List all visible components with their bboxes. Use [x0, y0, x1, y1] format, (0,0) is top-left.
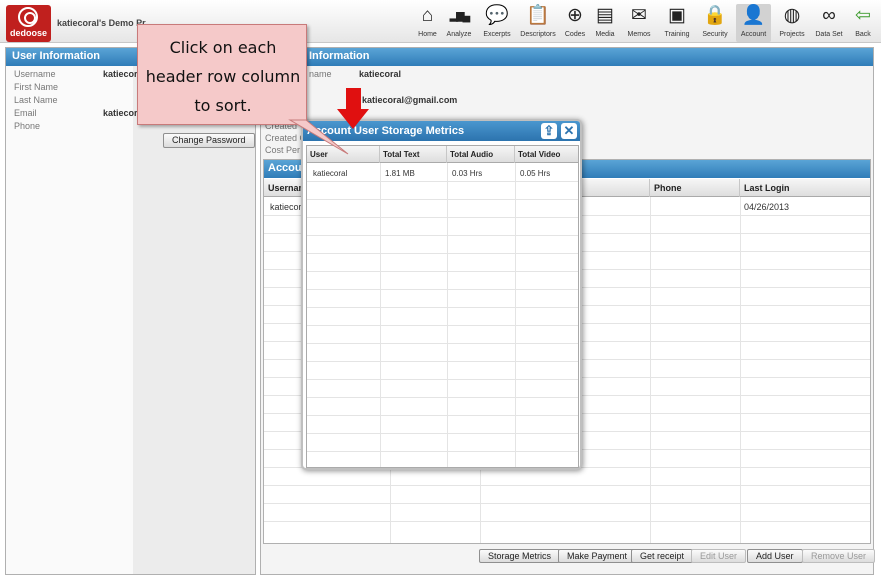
- nav-home[interactable]: ⌂ Home: [414, 4, 441, 42]
- table-row-total-text[interactable]: 1.81 MB: [385, 169, 415, 178]
- username-row: Username katiecoral: [14, 69, 146, 79]
- grid-line: [307, 451, 578, 452]
- nav-training[interactable]: ▣ Training: [660, 4, 694, 42]
- back-arrow-icon: ⇦: [855, 5, 871, 26]
- grid-line: [307, 361, 578, 362]
- column-header-total-text[interactable]: Total Text: [380, 146, 447, 163]
- home-icon: ⌂: [421, 5, 434, 26]
- remove-user-button[interactable]: Remove User: [802, 549, 876, 563]
- scroll-icon: ✉: [631, 5, 647, 26]
- red-arrow-head-icon: [337, 109, 369, 129]
- column-header-total-video[interactable]: Total Video: [515, 146, 578, 163]
- binoculars-icon: ∞: [822, 5, 836, 26]
- change-password-button[interactable]: Change Password: [163, 133, 255, 148]
- grid-line: [307, 253, 578, 254]
- grid-line: [307, 343, 578, 344]
- nav-data-set[interactable]: ∞ Data Set: [813, 4, 845, 42]
- grid-line: [307, 271, 578, 272]
- logo-text: dedoose: [9, 28, 47, 38]
- grid-line: [307, 397, 578, 398]
- red-arrow-icon: [346, 88, 361, 110]
- grid-line: [307, 181, 578, 182]
- grid-line: [307, 415, 578, 416]
- table-row-last-login[interactable]: 04/26/2013: [744, 202, 789, 212]
- nav-analyze[interactable]: ▂▆▄ Analyze: [444, 4, 474, 42]
- dedoose-logo[interactable]: dedoose: [6, 5, 51, 42]
- close-icon[interactable]: ✕: [561, 123, 577, 139]
- lock-icon: 🔒: [703, 5, 727, 26]
- edit-user-button[interactable]: Edit User: [691, 549, 747, 563]
- nav-media[interactable]: ▤ Media: [590, 4, 620, 42]
- grid-line: [264, 503, 870, 504]
- table-row-total-video[interactable]: 0.05 Hrs: [520, 169, 550, 178]
- grid-line: [650, 197, 651, 543]
- column-header-total-audio[interactable]: Total Audio: [447, 146, 515, 163]
- grid-line: [307, 307, 578, 308]
- make-payment-button[interactable]: Make Payment: [558, 549, 637, 563]
- column-header-phone[interactable]: Phone: [650, 179, 740, 197]
- grid-line: [307, 289, 578, 290]
- callout-text: Click on each header row column to sort.: [145, 38, 301, 115]
- account-panel-title: Information: [261, 48, 873, 66]
- nav-back[interactable]: ⇦ Back: [850, 4, 876, 42]
- account-email-value: katiecoral@gmail.com: [362, 95, 458, 105]
- grid-line: [307, 325, 578, 326]
- nav-security[interactable]: 🔒 Security: [699, 4, 731, 42]
- export-icon[interactable]: ⇪: [541, 123, 557, 139]
- email-value: katiecor: [103, 108, 138, 118]
- account-username-value: katiecoral: [359, 69, 402, 79]
- nav-memos[interactable]: ✉ Memos: [623, 4, 655, 42]
- top-toolbar: dedoose katiecoral's Demo Pr ⌂ Home ▂▆▄ …: [0, 0, 881, 43]
- globe-icon: ◍: [783, 5, 801, 26]
- table-row-username[interactable]: katiecor: [270, 202, 302, 212]
- grid-line: [307, 379, 578, 380]
- table-row-total-audio[interactable]: 0.03 Hrs: [452, 169, 482, 178]
- email-row: Email katiecor: [14, 108, 138, 118]
- grid-line: [264, 485, 870, 486]
- clipboard-icon: 📋: [526, 5, 550, 26]
- account-username-label: name: [309, 69, 332, 79]
- phone-row: Phone: [14, 121, 41, 131]
- grid-line: [380, 163, 381, 467]
- bar-chart-icon: ▂▆▄: [449, 10, 471, 22]
- grid-line: [307, 235, 578, 236]
- storage-metrics-dialog: Account User Storage Metrics ⇪ ✕ User To…: [301, 119, 582, 470]
- grid-line: [307, 217, 578, 218]
- nav-descriptors[interactable]: 📋 Descriptors: [517, 4, 559, 42]
- grid-line: [740, 197, 741, 543]
- add-user-button[interactable]: Add User: [747, 549, 803, 563]
- nav-excerpts[interactable]: 💬 Excerpts: [480, 4, 514, 42]
- nav-account[interactable]: 👤 Account: [736, 4, 771, 42]
- grid-line: [447, 163, 448, 467]
- storage-metrics-button[interactable]: Storage Metrics: [479, 549, 561, 563]
- last-name-row: Last Name: [14, 95, 58, 105]
- grid-line: [264, 521, 870, 522]
- training-icon: ▣: [668, 5, 686, 26]
- user-information-panel: User Information Username katiecoral Fir…: [5, 47, 256, 575]
- grid-line: [307, 199, 578, 200]
- plus-circle-icon: ⊕: [567, 5, 583, 26]
- storage-metrics-table: User Total Text Total Audio Total Video …: [306, 145, 579, 468]
- grid-line: [307, 433, 578, 434]
- column-header-last-login[interactable]: Last Login: [740, 179, 870, 197]
- instruction-callout: Click on each header row column to sort.: [137, 24, 307, 125]
- grid-line: [515, 163, 516, 467]
- logo-icon: [18, 7, 38, 27]
- nav-projects[interactable]: ◍ Projects: [775, 4, 809, 42]
- table-row-user[interactable]: katiecoral: [313, 169, 347, 178]
- speech-bubble-icon: 💬: [485, 5, 509, 26]
- first-name-row: First Name: [14, 82, 59, 92]
- get-receipt-button[interactable]: Get receipt: [631, 549, 694, 563]
- project-name: katiecoral's Demo Pr: [57, 18, 146, 28]
- document-icon: ▤: [596, 5, 614, 26]
- nav-codes[interactable]: ⊕ Codes: [562, 4, 588, 42]
- user-information-body: Username katiecoral First Name Last Name…: [6, 66, 255, 574]
- person-icon: 👤: [741, 5, 766, 26]
